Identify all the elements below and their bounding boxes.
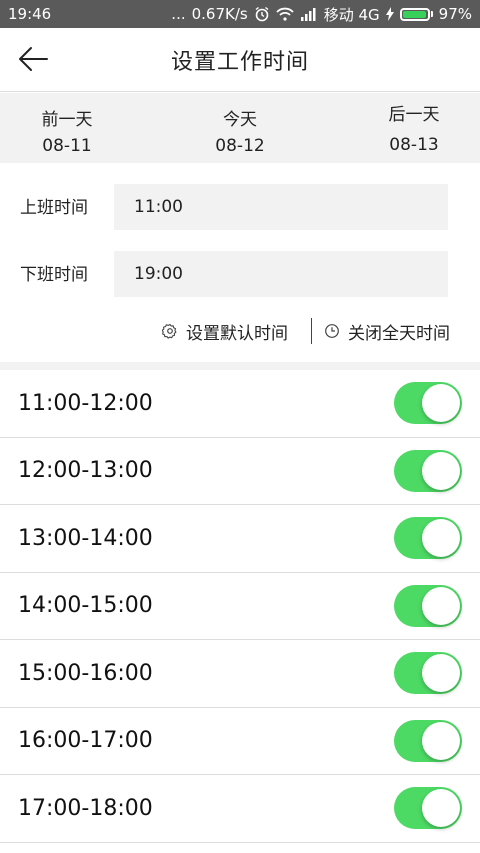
arrow-left-icon xyxy=(19,47,48,71)
time-slot-row: 14:00-15:00 xyxy=(0,573,480,640)
section-divider xyxy=(0,362,480,370)
carrier-label: 移动 4G xyxy=(323,5,380,24)
time-slot-label: 11:00-12:00 xyxy=(18,390,153,416)
end-time-row: 下班时间 xyxy=(0,251,480,299)
time-slot-row: 13:00-14:00 xyxy=(0,505,480,573)
status-time: 19:46 xyxy=(8,5,52,23)
next-day-date: 08-13 xyxy=(389,135,439,155)
time-slot-label: 17:00-18:00 xyxy=(18,795,153,821)
time-slot-toggle[interactable] xyxy=(394,449,462,492)
time-slot-label: 15:00-16:00 xyxy=(18,660,153,686)
battery-percent: 97% xyxy=(438,5,472,23)
battery-icon xyxy=(399,7,433,21)
prev-day-button[interactable]: 前一天 08-11 xyxy=(7,93,127,163)
toggle-knob xyxy=(422,721,460,760)
set-default-time-label: 设置默认时间 xyxy=(186,323,288,344)
time-slot-toggle[interactable] xyxy=(394,787,462,830)
status-bar: 19:46 ... 0.67K/s 移动 4G 97% xyxy=(0,0,480,28)
gear-icon xyxy=(162,323,177,339)
end-time-input[interactable] xyxy=(114,251,448,297)
app-header: 设置工作时间 xyxy=(0,28,480,92)
time-slot-toggle[interactable] xyxy=(394,652,462,695)
wifi-icon xyxy=(276,7,294,21)
start-time-label: 上班时间 xyxy=(20,198,88,218)
toggle-knob xyxy=(422,586,460,625)
close-all-day-button[interactable]: 关闭全天时间 xyxy=(324,316,450,346)
next-day-label: 后一天 xyxy=(388,105,440,125)
prev-day-label: 前一天 xyxy=(41,110,93,130)
today-label: 今天 xyxy=(223,110,257,130)
time-slot-list: 11:00-12:00 12:00-13:00 13:00-14:00 14:00-1… xyxy=(0,370,480,843)
time-slot-row: 11:00-12:00 xyxy=(0,370,480,438)
toggle-knob xyxy=(422,519,460,558)
today-date: 08-12 xyxy=(215,136,265,156)
time-slot-row: 17:00-18:00 xyxy=(0,775,480,843)
clock-icon xyxy=(325,324,339,338)
signal-icon xyxy=(300,7,318,21)
charging-icon xyxy=(385,7,394,21)
set-default-time-button[interactable]: 设置默认时间 xyxy=(162,316,288,346)
time-slot-toggle[interactable] xyxy=(394,719,462,762)
day-selector: 前一天 08-11 今天 08-12 后一天 08-13 xyxy=(0,93,480,163)
time-slot-label: 13:00-14:00 xyxy=(18,525,153,551)
toggle-knob xyxy=(422,654,460,693)
end-time-label: 下班时间 xyxy=(20,265,88,285)
back-button[interactable] xyxy=(16,42,50,76)
alarm-icon xyxy=(254,6,270,22)
status-indicators: ... 0.67K/s 移动 4G 97% xyxy=(171,4,472,25)
time-slot-row: 12:00-13:00 xyxy=(0,438,480,505)
action-divider xyxy=(311,318,312,344)
time-slot-label: 12:00-13:00 xyxy=(18,458,153,484)
start-time-input[interactable] xyxy=(114,184,448,230)
toggle-knob xyxy=(422,451,460,490)
network-speed: 0.67K/s xyxy=(191,5,248,23)
time-slot-row: 16:00-17:00 xyxy=(0,708,480,775)
time-slot-label: 14:00-15:00 xyxy=(18,593,153,619)
page-title: 设置工作时间 xyxy=(170,49,309,75)
time-slot-toggle[interactable] xyxy=(394,382,462,425)
time-slot-label: 16:00-17:00 xyxy=(18,728,153,754)
toggle-knob xyxy=(422,384,460,423)
time-slot-row: 15:00-16:00 xyxy=(0,640,480,708)
battery-fill xyxy=(402,10,426,18)
time-slot-toggle[interactable] xyxy=(394,584,462,627)
toggle-knob xyxy=(422,789,460,828)
today-button[interactable]: 今天 08-12 xyxy=(180,93,300,163)
time-actions: 设置默认时间 关闭全天时间 xyxy=(0,316,480,346)
close-all-day-label: 关闭全天时间 xyxy=(348,323,450,344)
time-slot-toggle[interactable] xyxy=(394,517,462,560)
start-time-row: 上班时间 xyxy=(0,184,480,232)
next-day-button[interactable]: 后一天 08-13 xyxy=(354,93,474,163)
status-more-dots: ... xyxy=(171,5,186,23)
prev-day-date: 08-11 xyxy=(42,136,92,156)
